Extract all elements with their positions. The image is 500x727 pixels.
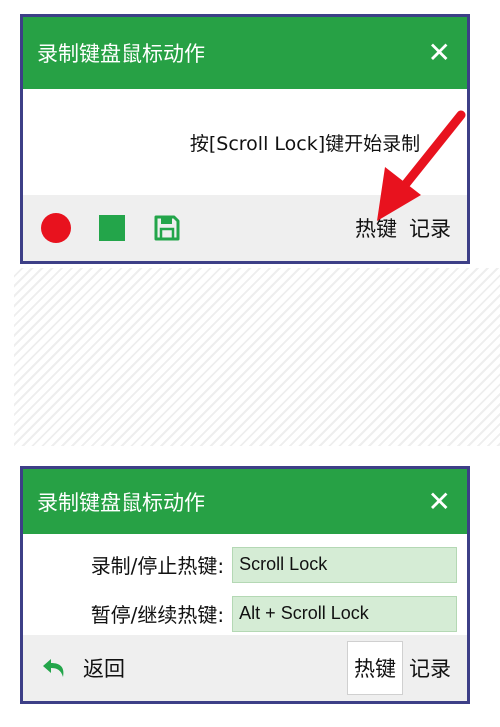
record-stop-hotkey-row: 录制/停止热键: Scroll Lock: [37, 540, 457, 589]
floppy-save-icon[interactable]: [153, 214, 181, 242]
record-stop-hotkey-label: 录制/停止热键:: [90, 554, 225, 578]
record-window: 录制键盘鼠标动作 ✕ 按[Scroll Lock]键开始录制 热键 记录: [20, 14, 470, 264]
record-list-button[interactable]: 记录: [403, 641, 457, 695]
pause-resume-hotkey-row: 暂停/继续热键: Alt + Scroll Lock: [37, 589, 457, 638]
stop-square-icon[interactable]: [99, 215, 125, 241]
close-icon[interactable]: ✕: [428, 39, 451, 67]
close-icon[interactable]: ✕: [428, 487, 451, 516]
back-label: 返回: [83, 657, 125, 681]
titlebar: 录制键盘鼠标动作 ✕: [23, 469, 467, 534]
back-button[interactable]: 返回: [41, 653, 125, 683]
hotkey-button[interactable]: 热键: [347, 641, 403, 695]
record-toolbar: 热键 记录: [23, 195, 467, 261]
hotkey-toolbar: 返回 热键 记录: [23, 635, 467, 701]
divider-pattern: [14, 268, 500, 446]
record-list-button[interactable]: 记录: [403, 201, 457, 255]
window-title: 录制键盘鼠标动作: [37, 490, 205, 515]
record-circle-icon[interactable]: [41, 213, 71, 243]
window-title: 录制键盘鼠标动作: [37, 42, 205, 66]
pause-resume-hotkey-label: 暂停/继续热键:: [90, 603, 225, 627]
record-stop-hotkey-input[interactable]: Scroll Lock: [232, 546, 457, 583]
back-arrow-icon: [43, 659, 64, 677]
record-hint-area: 按[Scroll Lock]键开始录制: [23, 89, 467, 195]
pause-resume-hotkey-input[interactable]: Alt + Scroll Lock: [232, 595, 457, 632]
titlebar: 录制键盘鼠标动作 ✕: [23, 17, 467, 89]
hotkey-button[interactable]: 热键: [349, 201, 403, 255]
hotkey-window: 录制键盘鼠标动作 ✕ 录制/停止热键: Scroll Lock 暂停/继续热键:…: [20, 466, 470, 704]
hotkey-settings: 录制/停止热键: Scroll Lock 暂停/继续热键: Alt + Scro…: [23, 534, 467, 638]
record-hint-text: 按[Scroll Lock]键开始录制: [189, 132, 421, 155]
